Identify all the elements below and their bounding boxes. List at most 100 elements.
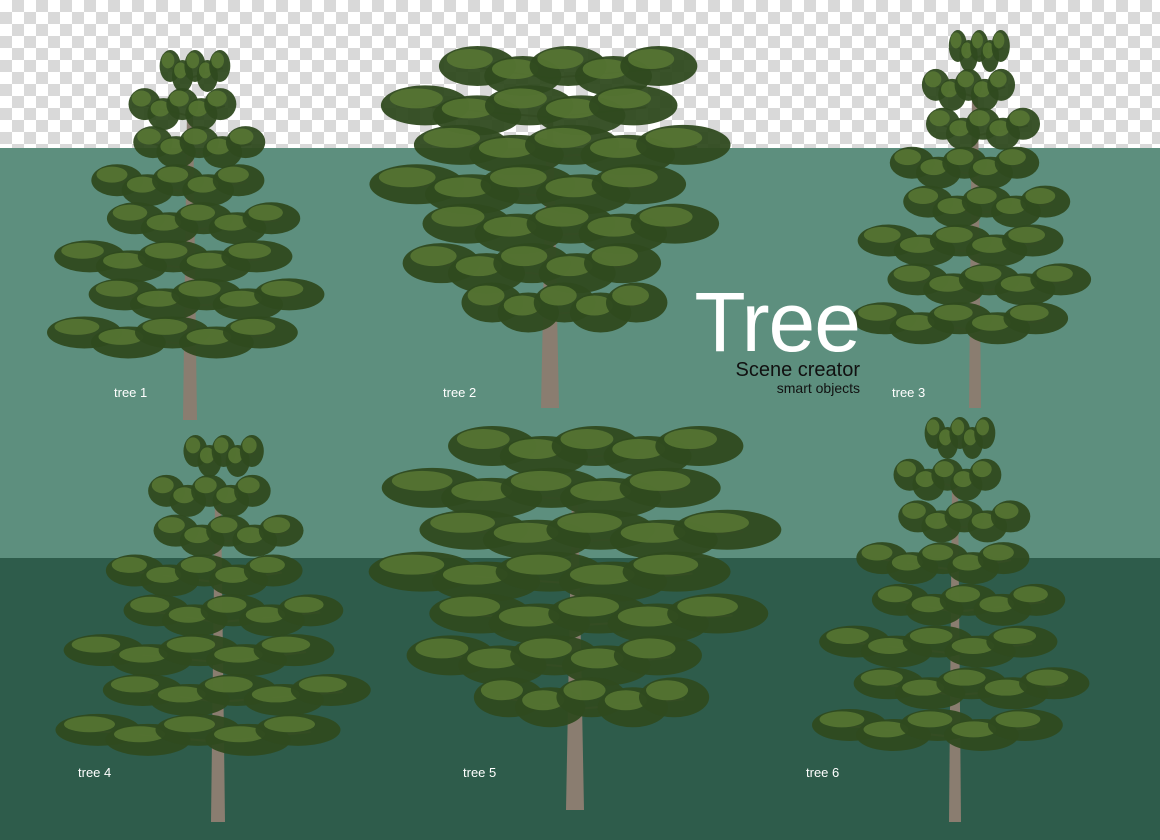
tree-foliage-highlight (456, 429, 510, 449)
tree-foliage-highlight (157, 517, 185, 534)
tree-foliage-highlight (169, 90, 189, 107)
tree-foliage-highlight (893, 265, 930, 282)
tree-foliage-highlight (993, 32, 1005, 49)
tree-foliage-highlight (534, 127, 592, 148)
tree-4 (55, 435, 371, 822)
tree-foliage-highlight (186, 52, 200, 69)
tree-foliage-highlight (214, 437, 229, 454)
tree-foliage-highlight (646, 680, 689, 701)
tree-foliage-highlight (993, 627, 1037, 644)
tree-foliage-highlight (54, 318, 100, 335)
tree-label-5: tree 5 (463, 765, 497, 780)
tree-foliage-highlight (207, 90, 227, 107)
tree-foliage-highlight (298, 676, 347, 693)
tree-foliage-highlight (61, 242, 104, 259)
tree-foliage-highlight (261, 636, 311, 653)
tree-foliage-highlight (990, 71, 1007, 88)
tree-foliage-highlight (995, 711, 1041, 728)
tree-foliage-highlight (166, 636, 216, 653)
tree-foliage-highlight (178, 280, 221, 297)
tree-foliage-highlight (228, 242, 272, 259)
tree-foliage-highlight (591, 246, 638, 267)
tree-foliage-highlight (1008, 226, 1046, 243)
tree-foliage-highlight (982, 544, 1014, 561)
tree-foliage-highlight (1036, 265, 1073, 282)
tree-label-4: tree 4 (78, 765, 112, 780)
tree-foliage-highlight (933, 304, 973, 321)
tree-foliage-highlight (951, 419, 965, 436)
tree-foliage-highlight (204, 676, 253, 693)
tree-foliage-highlight (857, 304, 897, 321)
tree-foliage-highlight (971, 32, 983, 49)
tree-foliage-highlight (860, 669, 903, 686)
tree-foliage-highlight (908, 187, 939, 204)
tree-foliage-highlight (945, 586, 981, 603)
tree-foliage-highlight (894, 149, 921, 166)
tree-foliage-highlight (537, 49, 584, 69)
tree-foliage-highlight (506, 554, 572, 575)
tree-foliage-highlight (519, 638, 572, 659)
tree-foliage-highlight (557, 512, 622, 533)
tree-6 (812, 417, 1090, 822)
tree-foliage-highlight (410, 246, 457, 267)
tree-foliage-highlight (909, 627, 953, 644)
tree-foliage-highlight (677, 596, 738, 617)
tree-foliage-highlight (926, 419, 940, 436)
tree-foliage-highlight (180, 204, 216, 221)
tree-foliage-highlight (164, 716, 215, 733)
tree-foliage-highlight (994, 502, 1019, 519)
tree-foliage-highlight (929, 110, 950, 127)
tree-foliage-highlight (664, 429, 717, 449)
tree-1 (47, 50, 325, 420)
tree-foliage-highlight (261, 280, 304, 297)
tree-foliage-highlight (415, 638, 469, 659)
tree-foliage-highlight (629, 470, 691, 491)
tree-foliage-highlight (861, 544, 893, 561)
tree-foliage-highlight (131, 90, 152, 107)
tree-foliage-highlight (922, 544, 954, 561)
tree-foliage-highlight (976, 419, 989, 436)
tree-foliage-highlight (217, 166, 249, 183)
tree-foliage-highlight (957, 71, 975, 88)
tree-foliage-highlight (560, 429, 614, 449)
tree-foliage-highlight (194, 477, 217, 494)
tree-foliage-highlight (389, 88, 443, 109)
tree-foliage-highlight (999, 149, 1026, 166)
title-block: Tree Scene creator smart objects (660, 275, 861, 396)
tree-foliage-highlight (96, 166, 128, 183)
tree-foliage-highlight (826, 627, 869, 644)
tree-foliage-highlight (490, 167, 547, 188)
tree-foliage-highlight (969, 110, 990, 127)
tree-foliage-highlight (467, 285, 505, 306)
tree-5 (368, 426, 782, 810)
tree-foliage-highlight (1026, 669, 1069, 686)
tree-foliage-highlight (633, 554, 699, 575)
tree-foliage-highlight (612, 285, 649, 306)
tree-illustrations (47, 30, 1092, 822)
tree-foliage-highlight (142, 318, 188, 335)
tree-foliage-highlight (934, 461, 954, 478)
tree-foliage-highlight (877, 586, 913, 603)
tree-foliage-highlight (161, 52, 175, 69)
tree-foliage-highlight (229, 128, 254, 145)
tree-label-2: tree 2 (443, 385, 477, 400)
tree-foliage-highlight (950, 32, 962, 49)
tree-foliage-highlight (863, 226, 901, 243)
tree-foliage-highlight (597, 88, 651, 109)
tree-foliage-highlight (157, 166, 189, 183)
tree-foliage-highlight (183, 128, 208, 145)
tree-foliage-highlight (248, 204, 283, 221)
tree-foliage-highlight (249, 556, 285, 573)
tree-foliage-highlight (423, 127, 481, 148)
tree-foliage-highlight (284, 596, 324, 613)
tree-foliage-highlight (263, 517, 291, 534)
tree-label-3: tree 3 (892, 385, 926, 400)
tree-foliage-highlight (924, 71, 942, 88)
title-main: Tree (694, 275, 861, 369)
tree-foliage-highlight (563, 680, 606, 701)
tree-foliage-highlight (1013, 586, 1048, 603)
tree-foliage-highlight (943, 669, 986, 686)
tree-foliage-highlight (378, 167, 436, 188)
tree-foliage-highlight (907, 711, 953, 728)
tree-foliage-highlight (627, 49, 675, 69)
